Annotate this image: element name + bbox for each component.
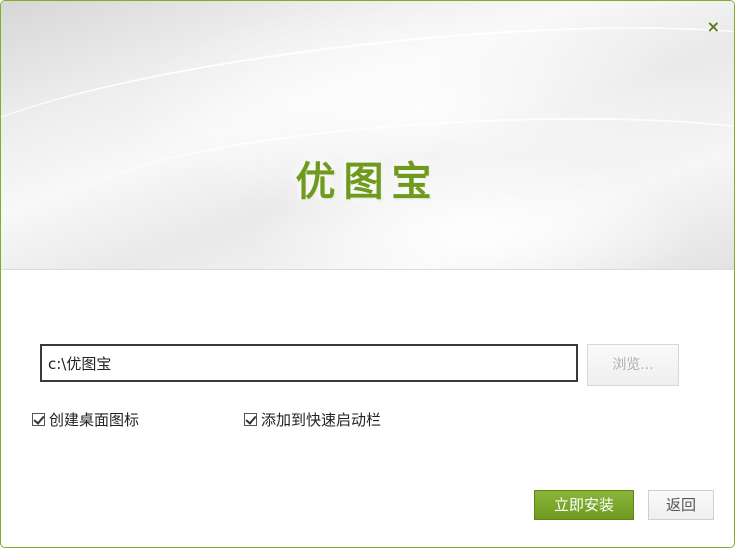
checkbox-label: 创建桌面图标 xyxy=(49,411,140,429)
install-path-input[interactable] xyxy=(40,344,578,382)
browse-button[interactable]: 浏览... xyxy=(587,344,679,386)
install-now-button[interactable]: 立即安装 xyxy=(534,490,634,520)
header-banner: × 优图宝 xyxy=(1,1,734,270)
installer-window: × 优图宝 浏览... 创建桌面图标 添加到快速启动栏 立即安装 返回 xyxy=(0,0,735,548)
close-icon[interactable]: × xyxy=(707,19,720,35)
add-quick-launch-checkbox[interactable]: 添加到快速启动栏 xyxy=(244,409,381,430)
checkbox-checked-icon[interactable] xyxy=(32,413,45,426)
checkbox-checked-icon[interactable] xyxy=(244,413,257,426)
back-button[interactable]: 返回 xyxy=(648,490,714,520)
create-desktop-icon-checkbox[interactable]: 创建桌面图标 xyxy=(32,409,139,430)
checkbox-label: 添加到快速启动栏 xyxy=(261,411,382,429)
app-title: 优图宝 xyxy=(295,159,440,205)
